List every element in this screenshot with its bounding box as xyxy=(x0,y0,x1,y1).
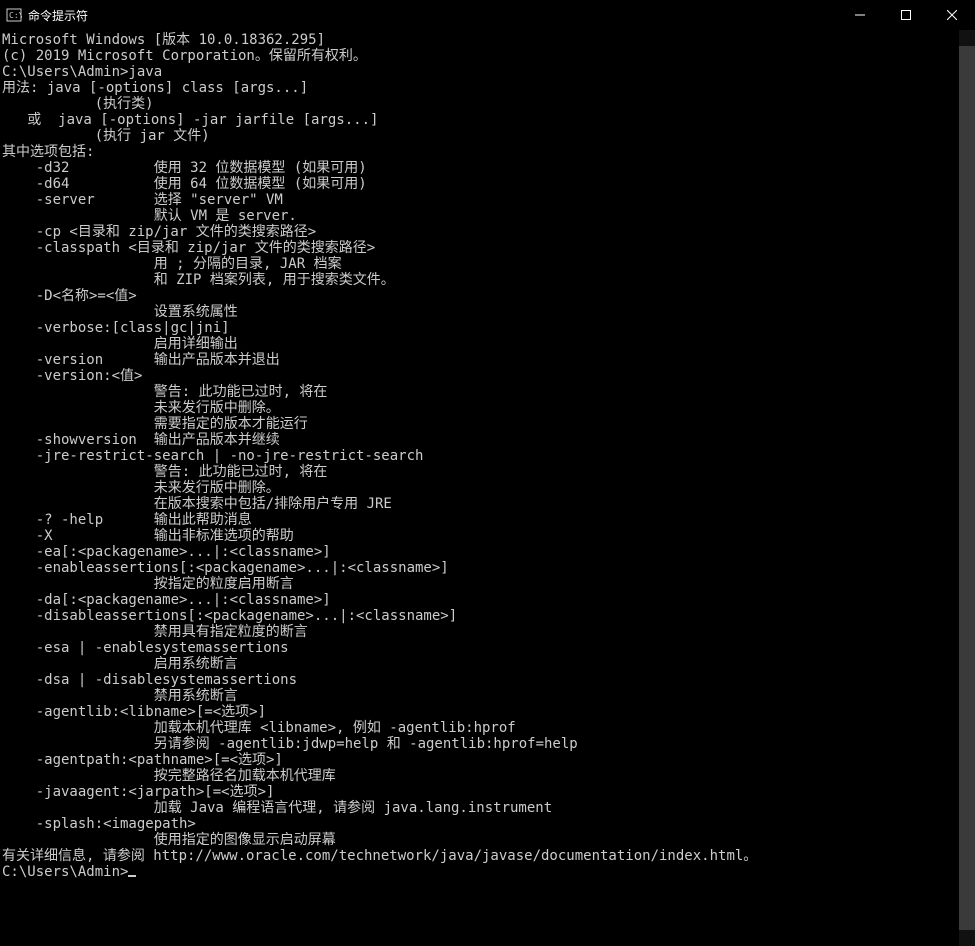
terminal-line: -disableassertions[:<packagename>...|:<c… xyxy=(2,608,959,624)
terminal-line: 禁用具有指定粒度的断言 xyxy=(2,624,959,640)
terminal-line: -agentpath:<pathname>[=<选项>] xyxy=(2,752,959,768)
terminal-line: 警告: 此功能已过时, 将在 xyxy=(2,384,959,400)
terminal-line: (c) 2019 Microsoft Corporation。保留所有权利。 xyxy=(2,48,959,64)
terminal-line: 其中选项包括: xyxy=(2,144,959,160)
svg-text:C:\: C:\ xyxy=(9,11,22,20)
terminal-line: -server 选择 "server" VM xyxy=(2,192,959,208)
terminal-line: 在版本搜索中包括/排除用户专用 JRE xyxy=(2,496,959,512)
terminal-line: 启用系统断言 xyxy=(2,656,959,672)
terminal-line: 用法: java [-options] class [args...] xyxy=(2,80,959,96)
terminal-line: 使用指定的图像显示启动屏幕 xyxy=(2,832,959,848)
terminal-line: (执行 jar 文件) xyxy=(2,128,959,144)
terminal-line: -showversion 输出产品版本并继续 xyxy=(2,432,959,448)
terminal-line: 加载 Java 编程语言代理, 请参阅 java.lang.instrument xyxy=(2,800,959,816)
terminal-line: -enableassertions[:<packagename>...|:<cl… xyxy=(2,560,959,576)
terminal-line: 未来发行版中删除。 xyxy=(2,400,959,416)
terminal-line: Microsoft Windows [版本 10.0.18362.295] xyxy=(2,32,959,48)
terminal-line: 需要指定的版本才能运行 xyxy=(2,416,959,432)
terminal-line: 警告: 此功能已过时, 将在 xyxy=(2,464,959,480)
terminal-line: -d32 使用 32 位数据模型 (如果可用) xyxy=(2,160,959,176)
terminal-line: -X 输出非标准选项的帮助 xyxy=(2,528,959,544)
close-button[interactable] xyxy=(929,0,975,30)
terminal-line: (执行类) xyxy=(2,96,959,112)
window-controls xyxy=(837,0,975,30)
terminal-output[interactable]: Microsoft Windows [版本 10.0.18362.295](c)… xyxy=(0,30,959,946)
terminal-line: -javaagent:<jarpath>[=<选项>] xyxy=(2,784,959,800)
terminal-line: 禁用系统断言 xyxy=(2,688,959,704)
terminal-line: -esa | -enablesystemassertions xyxy=(2,640,959,656)
maximize-button[interactable] xyxy=(883,0,929,30)
terminal-line: -da[:<packagename>...|:<classname>] xyxy=(2,592,959,608)
window-title: 命令提示符 xyxy=(28,7,837,24)
terminal-line: 设置系统属性 xyxy=(2,304,959,320)
minimize-button[interactable] xyxy=(837,0,883,30)
cursor xyxy=(128,875,136,877)
terminal-line: 和 ZIP 档案列表, 用于搜索类文件。 xyxy=(2,272,959,288)
terminal-line: -? -help 输出此帮助消息 xyxy=(2,512,959,528)
cmd-icon: C:\ xyxy=(6,7,22,23)
terminal-line: 按指定的粒度启用断言 xyxy=(2,576,959,592)
terminal-line: -verbose:[class|gc|jni] xyxy=(2,320,959,336)
terminal-line: 按完整路径名加载本机代理库 xyxy=(2,768,959,784)
terminal-line: 未来发行版中删除。 xyxy=(2,480,959,496)
terminal-line: -dsa | -disablesystemassertions xyxy=(2,672,959,688)
scroll-thumb[interactable] xyxy=(959,46,975,930)
terminal-line: C:\Users\Admin> xyxy=(2,864,959,880)
terminal-line: 另请参阅 -agentlib:jdwp=help 和 -agentlib:hpr… xyxy=(2,736,959,752)
terminal-line: -agentlib:<libname>[=<选项>] xyxy=(2,704,959,720)
content-area: Microsoft Windows [版本 10.0.18362.295](c)… xyxy=(0,30,975,946)
titlebar[interactable]: C:\ 命令提示符 xyxy=(0,0,975,30)
terminal-line: -version 输出产品版本并退出 xyxy=(2,352,959,368)
terminal-line: 有关详细信息, 请参阅 http://www.oracle.com/techne… xyxy=(2,848,959,864)
terminal-line: -classpath <目录和 zip/jar 文件的类搜索路径> xyxy=(2,240,959,256)
terminal-line: -jre-restrict-search | -no-jre-restrict-… xyxy=(2,448,959,464)
terminal-line: -version:<值> xyxy=(2,368,959,384)
terminal-line: 用 ; 分隔的目录, JAR 档案 xyxy=(2,256,959,272)
terminal-line: 加载本机代理库 <libname>, 例如 -agentlib:hprof xyxy=(2,720,959,736)
terminal-line: -ea[:<packagename>...|:<classname>] xyxy=(2,544,959,560)
terminal-line: C:\Users\Admin>java xyxy=(2,64,959,80)
terminal-line: -D<名称>=<值> xyxy=(2,288,959,304)
terminal-line: -splash:<imagepath> xyxy=(2,816,959,832)
scrollbar[interactable] xyxy=(959,30,975,946)
terminal-line: -cp <目录和 zip/jar 文件的类搜索路径> xyxy=(2,224,959,240)
terminal-line: -d64 使用 64 位数据模型 (如果可用) xyxy=(2,176,959,192)
terminal-line: 默认 VM 是 server. xyxy=(2,208,959,224)
terminal-line: 启用详细输出 xyxy=(2,336,959,352)
terminal-line: 或 java [-options] -jar jarfile [args...] xyxy=(2,112,959,128)
